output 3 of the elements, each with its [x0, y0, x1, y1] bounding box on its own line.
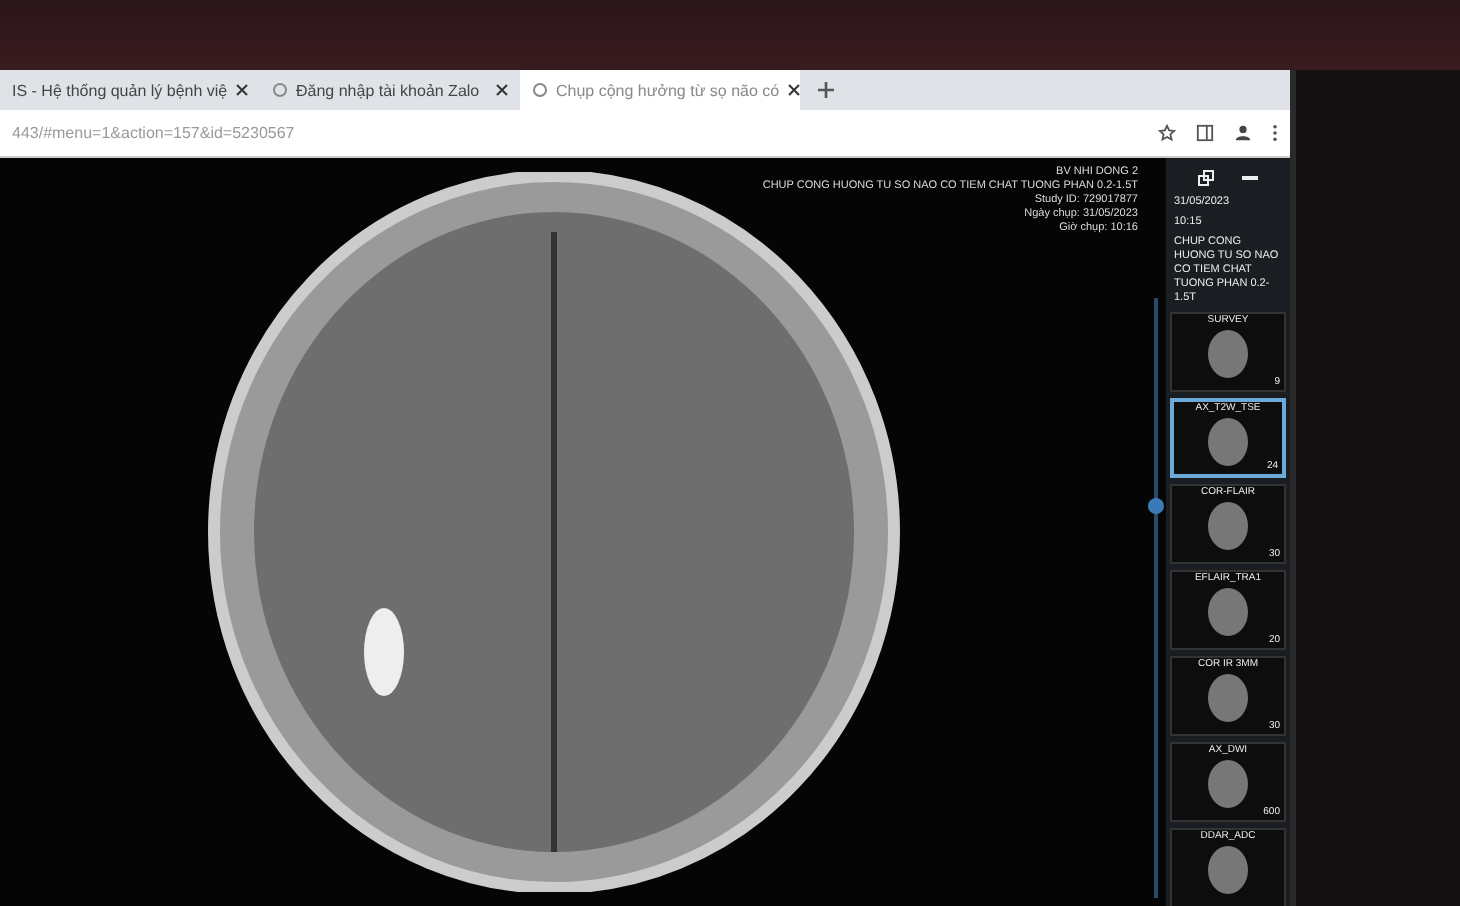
browser-tab[interactable]: IS - Hệ thống quản lý bệnh việ [0, 70, 260, 110]
browser-tab[interactable]: Đăng nhập tài khoản Zalo [260, 70, 520, 110]
browser-tab[interactable]: Chụp cộng hưởng từ sọ não có [520, 70, 800, 110]
